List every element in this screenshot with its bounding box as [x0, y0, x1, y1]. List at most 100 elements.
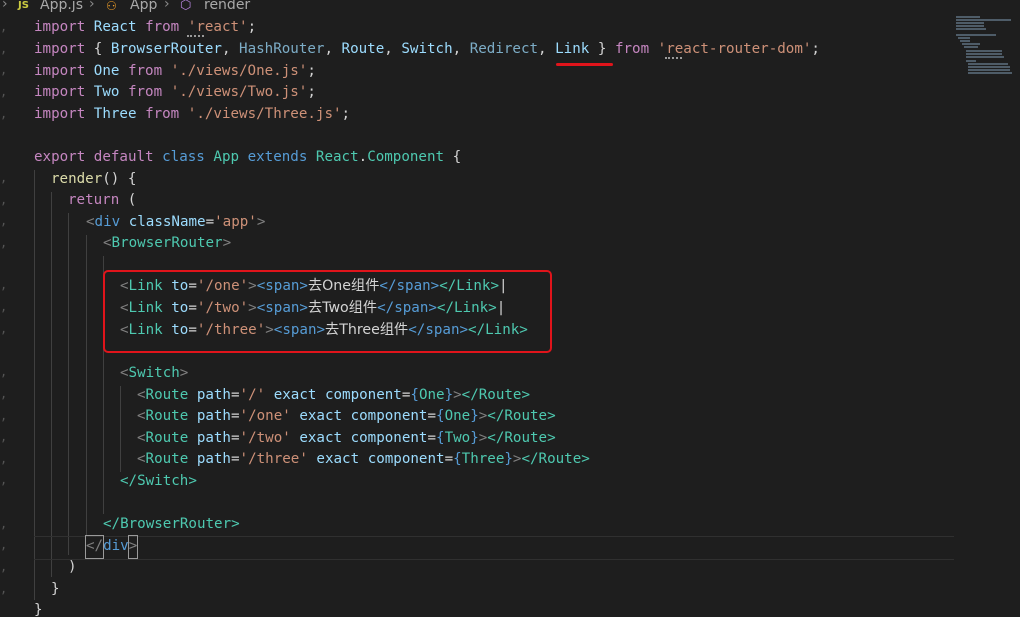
- punctuation: ,: [538, 41, 547, 57]
- tag-bracket: <: [137, 430, 146, 446]
- keyword: from: [145, 106, 180, 122]
- punctuation: =: [230, 387, 240, 403]
- breadcrumb: › JS App.js › ⚇ App › ⬡ render: [0, 0, 1020, 14]
- punctuation: {: [93, 41, 103, 57]
- fold-marker: ,: [0, 214, 8, 228]
- jsx-attribute: exact: [299, 430, 343, 446]
- punctuation: }: [597, 41, 607, 57]
- indent-guide: [68, 213, 69, 555]
- annotation-highlight-box: [103, 270, 552, 353]
- keyword: export: [34, 149, 86, 165]
- current-line-highlight: [34, 536, 954, 560]
- code-line-4: import Two from './views/Two.js';: [34, 82, 316, 104]
- string: './views/Three.js': [187, 106, 342, 122]
- code-line-28: }: [34, 600, 43, 617]
- tag-bracket: <: [103, 235, 112, 251]
- jsx-attribute: path: [196, 387, 231, 403]
- annotation-underline: [556, 63, 613, 66]
- punctuation: =: [427, 430, 437, 446]
- punctuation: ;: [811, 41, 820, 57]
- keyword: from: [127, 84, 163, 100]
- jsx-tag: </BrowserRouter>: [103, 516, 240, 532]
- tag-bracket: >: [179, 365, 189, 381]
- tag-bracket: <: [137, 387, 146, 403]
- breadcrumb-file[interactable]: App.js: [40, 0, 83, 12]
- fold-marker: ,: [0, 236, 8, 250]
- punctuation: ;: [307, 84, 316, 100]
- punctuation: }: [444, 387, 454, 403]
- fold-marker: ,: [0, 452, 8, 466]
- fold-marker: ,: [0, 20, 8, 34]
- fold-marker: ,: [0, 193, 8, 207]
- punctuation: =: [444, 451, 454, 467]
- jsx-attribute: path: [196, 408, 231, 424]
- tag-bracket: >: [256, 214, 266, 230]
- tag-bracket: <: [120, 365, 129, 381]
- punctuation: }: [504, 451, 513, 467]
- punctuation: {: [436, 430, 445, 446]
- minimap[interactable]: [954, 14, 1020, 74]
- fold-marker: ,: [0, 63, 8, 77]
- jsx-tag: BrowserRouter: [111, 235, 223, 251]
- jsx-tag: </Route>: [521, 451, 590, 467]
- jsx-tag: Route: [145, 451, 189, 467]
- hint-squiggle: [665, 54, 682, 59]
- fold-marker: ,: [0, 560, 8, 574]
- keyword: from: [614, 41, 650, 57]
- jsx-tag: </Switch>: [120, 473, 197, 489]
- jsx-tag: </Route>: [461, 387, 530, 403]
- jsx-tag: </Route>: [487, 430, 556, 446]
- fold-marker: ,: [0, 365, 8, 379]
- string: '/': [239, 387, 266, 403]
- punctuation: }: [34, 602, 43, 617]
- punctuation: }: [51, 581, 60, 597]
- keyword: import: [34, 63, 86, 79]
- punctuation: =: [230, 451, 240, 467]
- punctuation: (: [127, 192, 137, 208]
- chevron-right-icon: ›: [89, 0, 95, 12]
- fold-marker: ,: [0, 300, 8, 314]
- class-name: App: [213, 149, 240, 165]
- punctuation: =: [230, 430, 240, 446]
- code-line-11: <BrowserRouter>: [103, 233, 231, 255]
- punctuation: .: [358, 149, 368, 165]
- identifier: Two: [93, 84, 120, 100]
- fold-marker: ,: [0, 85, 8, 99]
- tag-bracket: >: [222, 235, 232, 251]
- punctuation: {: [452, 149, 462, 165]
- breadcrumb-method[interactable]: render: [204, 0, 250, 12]
- jsx-attribute: component: [324, 387, 402, 403]
- jsx-attribute: path: [196, 451, 231, 467]
- punctuation: ;: [307, 63, 316, 79]
- chevron-right-icon: ›: [2, 0, 8, 12]
- fold-marker: ,: [0, 171, 8, 185]
- code-editor[interactable]: › JS App.js › ⚇ App › ⬡ render , , , , ,…: [0, 0, 1020, 617]
- punctuation: ;: [341, 106, 351, 122]
- keyword: from: [145, 19, 180, 35]
- class-name: React: [315, 149, 359, 165]
- punctuation: ;: [247, 19, 257, 35]
- punctuation: {: [410, 387, 419, 403]
- code-line-26: ): [68, 557, 77, 579]
- punctuation: =: [205, 214, 215, 230]
- keyword: import: [34, 84, 86, 100]
- jsx-attribute: exact: [299, 408, 343, 424]
- identifier: Three: [93, 106, 137, 122]
- jsx-attribute: exact: [316, 451, 360, 467]
- tag-bracket: >: [127, 535, 139, 559]
- identifier: Route: [341, 41, 385, 57]
- javascript-file-icon: JS: [18, 0, 29, 11]
- jsx-tag: div: [94, 214, 121, 230]
- identifier: Link: [555, 41, 590, 57]
- string: './views/One.js': [170, 63, 308, 79]
- breadcrumb-class[interactable]: App: [130, 0, 157, 12]
- code-line-21: <Route path='/three' exact component={Th…: [137, 449, 590, 471]
- string: '/three': [239, 451, 308, 467]
- identifier: Switch: [401, 41, 453, 57]
- code-line-1: import React from 'react';: [34, 17, 256, 39]
- string: './views/Two.js': [170, 84, 308, 100]
- jsx-tag: div: [103, 538, 129, 554]
- function-name: render: [51, 171, 103, 187]
- fold-marker: ,: [0, 538, 8, 552]
- code-line-7: export default class App extends React.C…: [34, 147, 461, 169]
